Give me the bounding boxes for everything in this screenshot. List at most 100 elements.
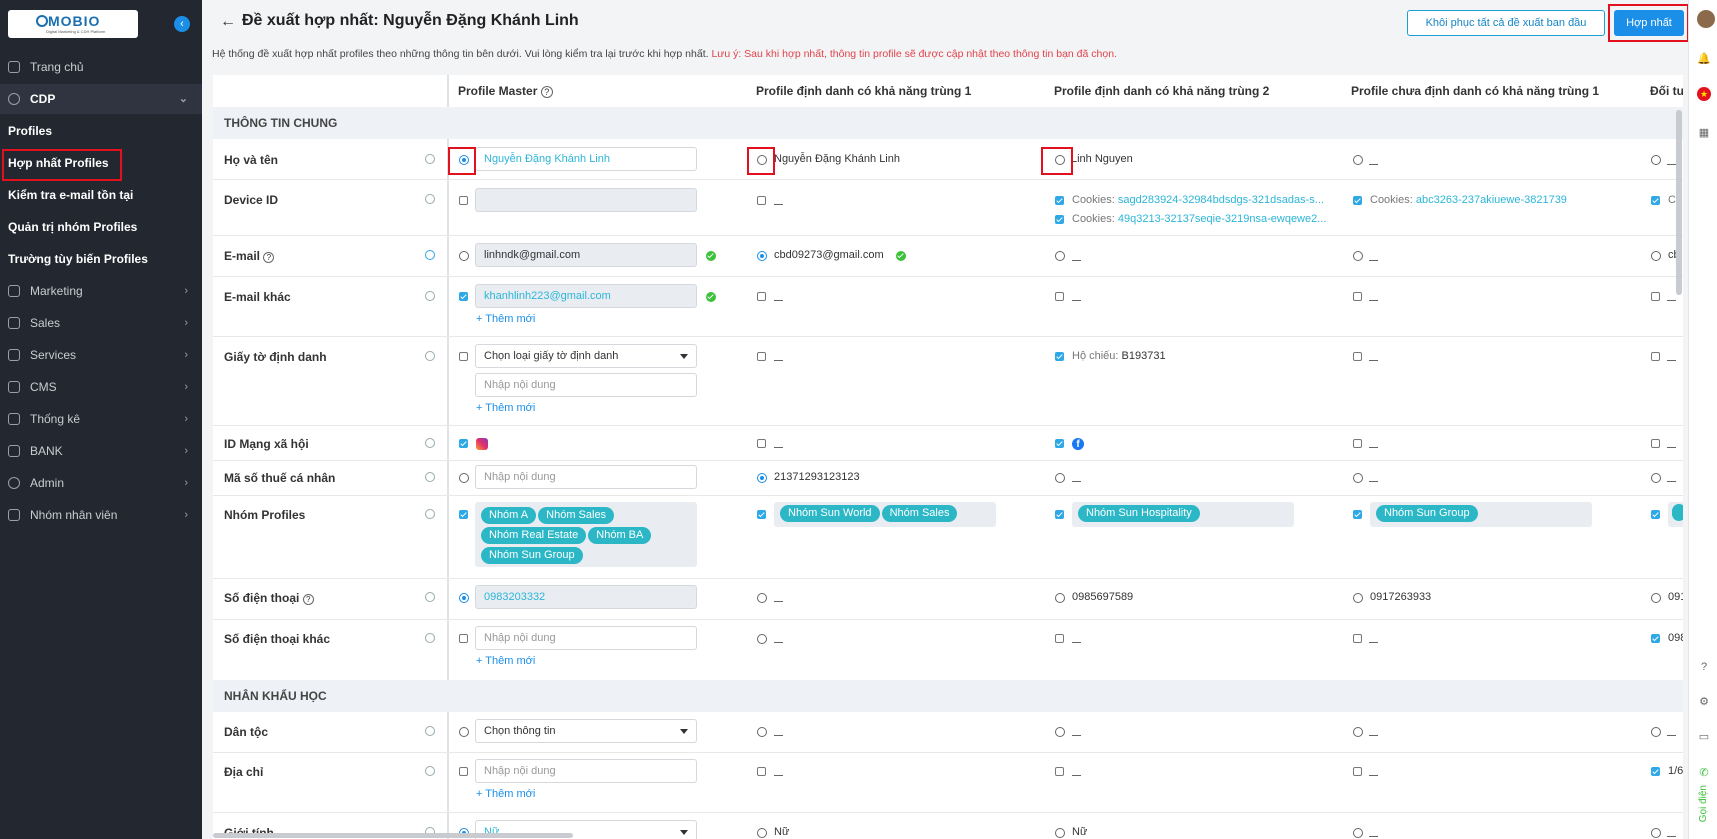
tax-master-input[interactable]: Nhập nội dung <box>475 465 697 489</box>
vertical-scrollbar[interactable] <box>1676 110 1682 295</box>
sidebar-item-profile-groups[interactable]: Quản trị nhóm Profiles <box>0 212 202 242</box>
history-icon[interactable] <box>425 633 435 643</box>
phone-u1-radio[interactable] <box>1353 593 1363 603</box>
gender-x-radio[interactable] <box>1651 828 1661 838</box>
history-icon[interactable] <box>425 726 435 736</box>
gender-p2-radio[interactable] <box>1055 828 1065 838</box>
phone-other-u1-checkbox[interactable] <box>1353 634 1362 643</box>
sidebar-item-staff-groups[interactable]: Nhóm nhân viên › <box>0 500 202 530</box>
address-p1-checkbox[interactable] <box>757 767 766 776</box>
phone-other-master-checkbox[interactable] <box>459 634 468 643</box>
phone-other-p1-radio[interactable] <box>757 634 767 644</box>
horizontal-scrollbar[interactable] <box>213 833 573 838</box>
social-p1-checkbox[interactable] <box>757 439 766 448</box>
history-icon[interactable] <box>425 351 435 361</box>
history-icon[interactable] <box>425 250 435 260</box>
phone-p1-radio[interactable] <box>757 593 767 603</box>
device-p2a-checkbox[interactable] <box>1055 196 1064 205</box>
ethnic-u1-radio[interactable] <box>1353 727 1363 737</box>
tax-p2-radio[interactable] <box>1055 473 1065 483</box>
collapse-sidebar-button[interactable]: ‹ <box>174 16 190 32</box>
help-icon[interactable]: ? <box>540 86 553 98</box>
phone-other-p2-checkbox[interactable] <box>1055 634 1064 643</box>
phone-icon[interactable]: ✆ <box>1697 766 1711 780</box>
device-p2b-checkbox[interactable] <box>1055 215 1064 224</box>
sidebar-item-email-check[interactable]: Kiểm tra e-mail tồn tại <box>0 180 202 210</box>
bell-icon[interactable]: 🔔 <box>1697 52 1711 66</box>
groups-p1-checkbox[interactable] <box>757 510 766 519</box>
gender-p1-radio[interactable] <box>757 828 767 838</box>
gender-u1-radio[interactable] <box>1353 828 1363 838</box>
sidebar-item-bank[interactable]: BANK › <box>0 436 202 466</box>
sidebar-item-sales[interactable]: Sales › <box>0 308 202 338</box>
tax-x-radio[interactable] <box>1651 473 1661 483</box>
tax-u1-radio[interactable] <box>1353 473 1363 483</box>
phone-master-input[interactable]: 0983203332 <box>475 585 697 609</box>
device-master-checkbox[interactable] <box>459 196 468 205</box>
name-u1-radio[interactable] <box>1353 155 1363 165</box>
sidebar-item-custom-fields[interactable]: Trường tùy biến Profiles <box>0 244 202 274</box>
phone-master-radio[interactable] <box>459 593 469 603</box>
history-icon[interactable] <box>425 472 435 482</box>
id-doc-content-input[interactable]: Nhập nội dung <box>475 373 697 397</box>
address-master-input[interactable]: Nhập nội dung <box>475 759 697 783</box>
back-arrow-icon[interactable]: ← <box>220 13 236 31</box>
avatar[interactable] <box>1697 10 1715 28</box>
sidebar-item-home[interactable]: Trang chủ <box>0 52 202 82</box>
help-icon[interactable]: ? <box>263 252 275 263</box>
address-p2-checkbox[interactable] <box>1055 767 1064 776</box>
device-u1-checkbox[interactable] <box>1353 196 1362 205</box>
id-doc-type-select[interactable]: Chọn loại giấy tờ định danh <box>475 344 697 368</box>
social-master-checkbox[interactable] <box>459 439 468 448</box>
email-u1-radio[interactable] <box>1353 251 1363 261</box>
mobio-logo[interactable]: MOBIO Digital Marketing & CDH Platform <box>8 10 138 38</box>
history-icon[interactable] <box>425 766 435 776</box>
history-icon[interactable] <box>425 154 435 164</box>
gift-icon[interactable]: ▦ <box>1697 126 1711 140</box>
groups-x-checkbox[interactable] <box>1651 510 1660 519</box>
email-master-input[interactable]: linhndk@gmail.com <box>475 243 697 267</box>
name-master-input[interactable]: Nguyễn Đặng Khánh Linh <box>475 147 697 171</box>
sidebar-item-cdp[interactable]: CDP ⌄ <box>0 84 202 114</box>
id-doc-p1-checkbox[interactable] <box>757 352 766 361</box>
device-master-input[interactable] <box>475 188 697 212</box>
sidebar-item-profiles[interactable]: Profiles <box>0 116 202 146</box>
history-icon[interactable] <box>425 592 435 602</box>
device-p1-checkbox[interactable] <box>757 196 766 205</box>
history-icon[interactable] <box>425 438 435 448</box>
tax-p1-radio[interactable] <box>757 473 767 483</box>
ethnic-x-radio[interactable] <box>1651 727 1661 737</box>
history-icon[interactable] <box>425 509 435 519</box>
tax-master-radio[interactable] <box>459 473 469 483</box>
id-doc-p2-checkbox[interactable] <box>1055 352 1064 361</box>
monitor-icon[interactable]: ▭ <box>1697 730 1711 744</box>
groups-master-checkbox[interactable] <box>459 510 468 519</box>
phone-other-x-checkbox[interactable] <box>1651 634 1660 643</box>
settings-icon[interactable]: ⚙ <box>1697 695 1711 709</box>
email-other-p1-checkbox[interactable] <box>757 292 766 301</box>
email-p2-radio[interactable] <box>1055 251 1065 261</box>
id-doc-x-checkbox[interactable] <box>1651 352 1660 361</box>
address-master-checkbox[interactable] <box>459 767 468 776</box>
restore-all-button[interactable]: Khôi phục tất cả đề xuất ban đầu <box>1407 10 1605 36</box>
sidebar-item-services[interactable]: Services › <box>0 340 202 370</box>
history-icon[interactable] <box>425 194 435 204</box>
email-p1-radio[interactable] <box>757 251 767 261</box>
sidebar-item-marketing[interactable]: Marketing › <box>0 276 202 306</box>
groups-p2-checkbox[interactable] <box>1055 510 1064 519</box>
id-doc-u1-checkbox[interactable] <box>1353 352 1362 361</box>
add-address-button[interactable]: + Thêm mới <box>476 788 535 800</box>
email-other-master-checkbox[interactable] <box>459 292 468 301</box>
name-x-radio[interactable] <box>1651 155 1661 165</box>
address-x-checkbox[interactable] <box>1651 767 1660 776</box>
add-phone-button[interactable]: + Thêm mới <box>476 655 535 667</box>
social-x-checkbox[interactable] <box>1651 439 1660 448</box>
device-x-checkbox[interactable] <box>1651 196 1660 205</box>
phone-x-radio[interactable] <box>1651 593 1661 603</box>
social-p2-checkbox[interactable] <box>1055 439 1064 448</box>
email-other-p2-checkbox[interactable] <box>1055 292 1064 301</box>
sidebar-item-admin[interactable]: Admin › <box>0 468 202 498</box>
email-x-radio[interactable] <box>1651 251 1661 261</box>
phone-other-master-input[interactable]: Nhập nội dung <box>475 626 697 650</box>
help-icon[interactable]: ? <box>1697 660 1711 674</box>
